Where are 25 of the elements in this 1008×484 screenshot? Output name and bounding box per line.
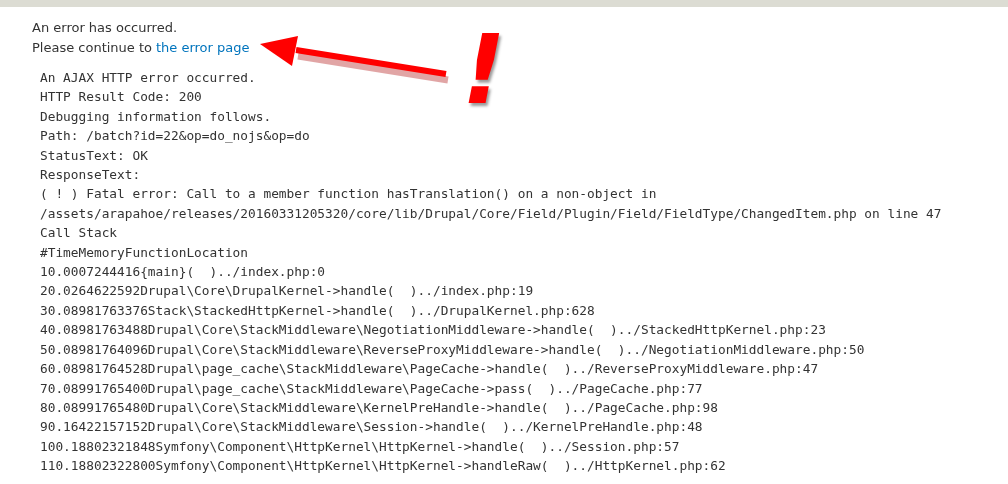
- debug-line: 60.08981764528Drupal\page_cache\StackMiddleware\PageCache->handle( )../ReverseProxyMiddleware.php:47: [40, 360, 820, 379]
- debug-line: 110.18802322800Symfony\Component\HttpKernel\HttpKernel->handleRaw( )../HttpKernel.php:62: [40, 457, 727, 476]
- debug-line: Debugging information follows.: [40, 107, 273, 126]
- debug-line: 90.16422157152Drupal\Core\StackMiddleware\Session->handle( )../KernelPreHandle.php:48: [40, 418, 704, 437]
- error-heading: An error has occurred.: [32, 19, 179, 37]
- debug-line: #TimeMemoryFunctionLocation: [40, 243, 250, 262]
- debug-line: 80.08991765480Drupal\Core\StackMiddleware\KernelPreHandle->handle( )../PageCache.php:98: [40, 398, 719, 417]
- debug-line: 40.08981763488Drupal\Core\StackMiddleware\NegotiationMiddleware->handle( )../StackedHttpKernel.php:23: [40, 321, 827, 340]
- debug-line: HTTP Result Code: 200: [40, 88, 203, 107]
- debug-line: An AJAX HTTP error occurred.: [40, 69, 257, 87]
- debug-line: 100.18802321848Symfony\Component\HttpKernel\HttpKernel->handle( )../Session.php:57: [40, 437, 681, 456]
- debug-line: 10.0007244416{main}( )../index.php:0: [40, 263, 327, 282]
- debug-line: 20.0264622592Drupal\Core\DrupalKernel->handle( )../index.php:19: [40, 282, 535, 301]
- exclamation-annotation: !: [462, 20, 506, 120]
- debug-line: StatusText: OK: [40, 146, 149, 165]
- debug-line: ResponseText:: [40, 166, 142, 185]
- debug-line: Path: /batch?id=22&op=do_nojs&op=do: [40, 127, 311, 146]
- debug-line: ( ! ) Fatal error: Call to a member function hasTranslation() on a non-object in: [40, 185, 658, 204]
- debug-line: 50.08981764096Drupal\Core\StackMiddleware\ReverseProxyMiddleware->handle( )../NegotiationMiddleware.php:50: [40, 340, 866, 359]
- debug-line: 70.08991765400Drupal\page_cache\StackMiddleware\PageCache->pass( )../PageCache.php:77: [40, 379, 704, 398]
- continue-prompt: Please continue to: [32, 40, 153, 55]
- debug-line: 30.08981763376Stack\StackedHttpKernel->handle( )../DrupalKernel.php:628: [40, 301, 596, 320]
- debug-line: Call Stack: [40, 224, 119, 243]
- error-page-link[interactable]: the error page: [155, 40, 250, 55]
- debug-line: /assets/arapahoe/releases/20160331205320/core/lib/Drupal/Core/Field/Plugin/Field/FieldType/ChangedItem.php on line 47: [40, 204, 943, 223]
